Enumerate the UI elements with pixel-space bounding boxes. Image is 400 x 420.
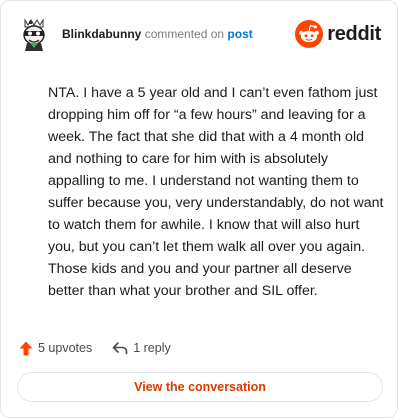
reddit-logo-icon xyxy=(295,20,324,48)
username-link[interactable]: Blinkdabunny xyxy=(62,27,141,41)
reddit-wordmark: reddit xyxy=(327,22,381,45)
comment-meta: Blinkdabunny commented on post xyxy=(62,27,289,41)
upvotes-stat[interactable]: 5 upvotes xyxy=(19,341,92,356)
view-conversation-button[interactable]: View the conversation xyxy=(17,372,383,402)
post-link[interactable]: post xyxy=(227,27,252,41)
reply-arrow-icon xyxy=(112,342,128,355)
reddit-brand[interactable]: reddit xyxy=(295,20,381,48)
action-text: commented on xyxy=(144,27,225,41)
replies-stat[interactable]: 1 reply xyxy=(112,341,171,355)
comment-body: NTA. I have a 5 year old and I can’t eve… xyxy=(48,85,384,299)
avatar[interactable] xyxy=(19,17,49,51)
upvotes-count: 5 upvotes xyxy=(38,341,93,355)
comment-header: Blinkdabunny commented on post reddit xyxy=(19,15,381,53)
comment-footer: 5 upvotes 1 reply xyxy=(19,338,171,358)
comment-embed-card: Blinkdabunny commented on post reddit NT… xyxy=(0,0,398,418)
replies-count: 1 reply xyxy=(133,341,171,355)
upvote-arrow-icon xyxy=(19,341,33,355)
